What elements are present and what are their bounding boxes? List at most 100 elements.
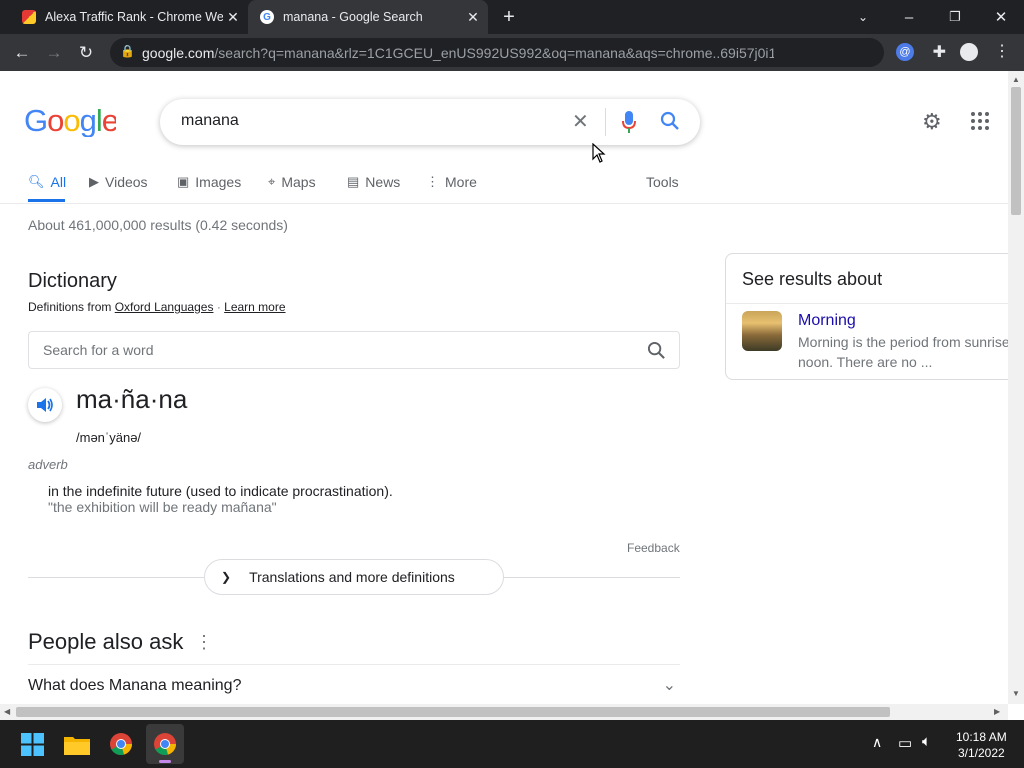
morning-snippet-line1: Morning is the period from sunrise (798, 334, 1008, 350)
horizontal-scrollbar[interactable]: ◀ ▶ (0, 704, 1008, 720)
word-search-input[interactable]: Search for a word (43, 342, 154, 358)
address-bar[interactable]: 🔒 google.com/search?q=manana&rlz=1C1GCEU… (110, 38, 884, 67)
panel-divider (726, 303, 1008, 304)
horizontal-scroll-thumb[interactable] (16, 707, 890, 717)
network-icon[interactable]: ▭ (898, 734, 912, 752)
word-search-field[interactable]: Search for a word (28, 331, 680, 369)
search-input[interactable]: manana (181, 112, 239, 130)
header-divider (0, 203, 1008, 204)
morning-link[interactable]: Morning (798, 312, 856, 330)
search-icon: 🔍︎ (28, 174, 45, 189)
minimize-icon[interactable]: – (886, 0, 932, 34)
tab-videos[interactable]: ▶ Videos (89, 172, 148, 192)
dictionary-word: ma·ña·na (76, 384, 188, 414)
apps-grid-icon[interactable] (970, 111, 990, 136)
file-explorer-icon[interactable] (64, 734, 90, 760)
tab-search-icon[interactable]: ⌄ (840, 0, 886, 34)
definition-example: "the exhibition will be ready mañana" (48, 499, 277, 515)
clock[interactable]: 10:18 AM 3/1/2022 (956, 729, 1007, 761)
more-vert-icon: ⋮ (426, 174, 439, 189)
tab-more[interactable]: ⋮ More (426, 172, 477, 192)
morning-thumbnail[interactable] (742, 311, 782, 351)
extensions-puzzle-icon[interactable]: ✚ (933, 42, 946, 62)
extension-at-icon[interactable]: @ (896, 43, 914, 61)
part-of-speech: adverb (28, 457, 68, 472)
map-pin-icon: ⌖ (268, 174, 276, 189)
tab-all[interactable]: 🔍︎ All (28, 172, 66, 192)
active-tab-indicator (28, 199, 65, 202)
learn-more-link[interactable]: Learn more (224, 300, 285, 314)
alexa-favicon-icon (22, 10, 36, 24)
translations-more-button[interactable]: ❯ Translations and more definitions (204, 559, 504, 595)
close-window-icon[interactable]: ✕ (978, 0, 1024, 34)
google-logo-image: Google (24, 103, 119, 138)
mouse-cursor-icon (592, 142, 606, 168)
source-prefix: Definitions from (28, 300, 112, 314)
news-icon: ▤ (347, 174, 360, 189)
settings-gear-icon[interactable]: ⚙ (922, 109, 942, 135)
dictionary-heading: Dictionary (28, 270, 117, 292)
scroll-down-icon[interactable]: ▼ (1012, 689, 1020, 698)
chrome-active-taskbar-item[interactable] (146, 724, 184, 764)
more-vert-icon[interactable]: ⋮ (195, 632, 213, 653)
tab-news[interactable]: ▤ News (347, 172, 400, 192)
chrome-menu-icon[interactable]: ⋮ (994, 41, 1010, 61)
google-results-page: Google manana ✕ ⚙ 🔍︎ All ▶ Videos ▣ Images (0, 71, 1008, 704)
chrome-icon[interactable] (109, 732, 133, 761)
clock-time: 10:18 AM (956, 730, 1007, 744)
forward-arrow-icon[interactable]: → (40, 39, 68, 67)
vertical-scrollbar[interactable]: ▲ ▼ (1008, 71, 1024, 704)
tab-label: More (445, 174, 477, 190)
windows-taskbar: ∧ ▭ 🔈︎ 10:18 AM 3/1/2022 (0, 720, 1024, 768)
paa-question-row[interactable]: What does Manana meaning? ⌄ (28, 665, 680, 704)
chevron-down-icon: ⌄ (662, 677, 676, 694)
image-icon: ▣ (177, 174, 190, 189)
url-host: google.com (142, 44, 215, 61)
pronunciation-speaker-icon[interactable] (28, 388, 62, 422)
search-icon[interactable] (660, 111, 680, 136)
volume-icon[interactable]: 🔈︎ (922, 733, 931, 750)
morning-snippet-line2: noon. There are no ... (798, 354, 933, 370)
search-icon[interactable] (647, 341, 666, 365)
windows-start-icon[interactable] (21, 733, 44, 761)
close-tab-icon[interactable]: ✕ (463, 9, 483, 26)
tab-label: All (50, 174, 67, 190)
people-also-ask-heading: People also ask (28, 629, 184, 654)
tools-button[interactable]: Tools (646, 172, 679, 192)
vertical-scroll-thumb[interactable] (1011, 87, 1021, 215)
oxford-languages-link[interactable]: Oxford Languages (115, 300, 214, 314)
tab-label: News (365, 174, 401, 190)
chevron-down-icon: ❯ (221, 570, 232, 584)
back-arrow-icon[interactable]: ← (8, 39, 36, 67)
tab-images[interactable]: ▣ Images (177, 172, 241, 192)
google-favicon-icon: G (260, 10, 274, 24)
definition: in the indefinite future (used to indica… (48, 483, 393, 499)
scroll-right-icon[interactable]: ▶ (994, 707, 1000, 716)
active-app-indicator (159, 760, 171, 763)
reload-icon[interactable]: ↻ (72, 39, 100, 67)
browser-tab-alexa[interactable]: Alexa Traffic Rank - Chrome Web ✕ (10, 0, 248, 34)
tab-label: Videos (105, 174, 148, 190)
search-box-divider (605, 108, 606, 136)
scroll-up-icon[interactable]: ▲ (1012, 75, 1020, 84)
see-results-heading: See results about (742, 269, 883, 289)
url-path: /search?q=manana&rlz=1C1GCEU_enUS992US99… (214, 44, 775, 61)
browser-tab-strip: Alexa Traffic Rank - Chrome Web ✕ G mana… (0, 0, 1024, 34)
tab-title: Alexa Traffic Rank - Chrome Web (45, 10, 223, 24)
source-separator: · (216, 300, 221, 314)
lock-icon: 🔒 (120, 44, 135, 58)
profile-avatar-icon[interactable] (960, 43, 978, 61)
google-logo[interactable]: Google (24, 103, 119, 142)
feedback-link[interactable]: Feedback (627, 541, 680, 555)
clear-icon[interactable]: ✕ (572, 109, 589, 134)
tray-chevron-up-icon[interactable]: ∧ (872, 734, 882, 751)
close-tab-icon[interactable]: ✕ (223, 9, 243, 26)
mic-icon[interactable] (621, 110, 637, 139)
scroll-left-icon[interactable]: ◀ (4, 707, 10, 716)
browser-tab-google[interactable]: G manana - Google Search ✕ (248, 0, 488, 34)
new-tab-icon[interactable]: + (498, 6, 520, 28)
restore-icon[interactable]: ❐ (932, 0, 978, 34)
result-stats: About 461,000,000 results (0.42 seconds) (28, 217, 288, 233)
tab-maps[interactable]: ⌖ Maps (268, 172, 316, 192)
tab-label: Maps (281, 174, 316, 190)
